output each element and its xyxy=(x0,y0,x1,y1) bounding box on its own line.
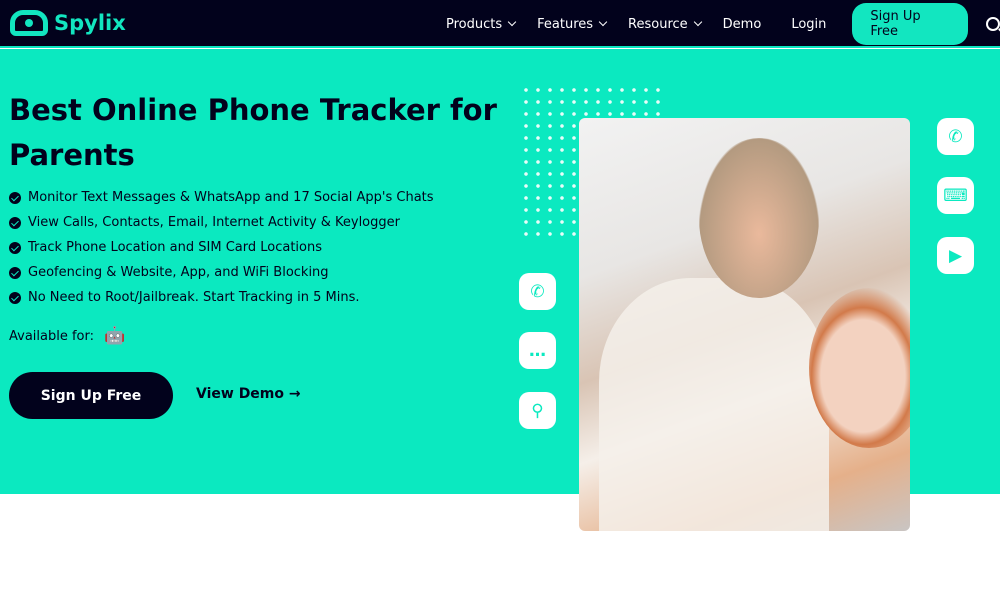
check-circle-icon xyxy=(9,216,21,229)
feature-text: Monitor Text Messages & WhatsApp and 17 … xyxy=(28,190,434,205)
feature-text: View Calls, Contacts, Email, Internet Ac… xyxy=(28,215,400,230)
hero-title: Best Online Phone Tracker for Parents xyxy=(9,93,497,172)
feature-text: No Need to Root/Jailbreak. Start Trackin… xyxy=(28,290,360,305)
feature-text: Geofencing & Website, App, and WiFi Bloc… xyxy=(28,265,329,280)
feature-item: Monitor Text Messages & WhatsApp and 17 … xyxy=(9,185,434,210)
image-detail xyxy=(599,278,829,531)
chevron-down-icon xyxy=(693,17,702,27)
whatsapp-icon: ✆ xyxy=(519,273,556,310)
chat-icon: … xyxy=(519,332,556,369)
top-navbar: Spylix Products Features Resource Demo L… xyxy=(0,0,1000,48)
android-icon[interactable]: 🤖 xyxy=(104,326,125,346)
feature-list: Monitor Text Messages & WhatsApp and 17 … xyxy=(9,185,434,310)
chevron-down-icon xyxy=(598,17,608,27)
video-icon: ▶ xyxy=(937,237,974,274)
check-circle-icon xyxy=(9,291,21,304)
hero-image xyxy=(579,118,910,531)
nav-label: Resource xyxy=(628,16,688,32)
feature-text: Track Phone Location and SIM Card Locati… xyxy=(28,240,322,255)
nav-resource[interactable]: Resource xyxy=(628,16,702,32)
signup-button-nav[interactable]: Sign Up Free xyxy=(852,3,969,45)
nav-demo[interactable]: Demo xyxy=(723,17,762,32)
nav-label: Demo xyxy=(722,16,762,32)
phone-icon: ✆ xyxy=(937,118,974,155)
signup-button-hero[interactable]: Sign Up Free xyxy=(9,372,173,419)
image-detail xyxy=(699,138,819,298)
feature-item: Geofencing & Website, App, and WiFi Bloc… xyxy=(9,260,434,285)
nav-label: Products xyxy=(446,16,503,32)
available-label: Available for: xyxy=(9,328,95,344)
view-demo-link[interactable]: View Demo → xyxy=(196,386,301,402)
feature-item: No Need to Root/Jailbreak. Start Trackin… xyxy=(9,285,434,310)
logo-text: Spylix xyxy=(54,11,126,35)
keyboard-icon: ⌨ xyxy=(937,177,974,214)
chevron-down-icon xyxy=(507,17,517,27)
nav-features[interactable]: Features xyxy=(537,16,608,32)
nav-products[interactable]: Products xyxy=(446,16,517,32)
feature-item: View Calls, Contacts, Email, Internet Ac… xyxy=(9,210,434,235)
check-circle-icon xyxy=(9,266,21,279)
logo-icon xyxy=(10,10,48,36)
nav-label: Login xyxy=(791,16,827,32)
nav-label: Features xyxy=(537,16,594,32)
check-circle-icon xyxy=(9,191,21,204)
logo[interactable]: Spylix xyxy=(10,10,126,36)
search-icon[interactable] xyxy=(986,17,1000,31)
location-icon: ⚲ xyxy=(519,392,556,429)
nav-menu: Products Features Resource Demo Login Si… xyxy=(446,0,1000,48)
feature-item: Track Phone Location and SIM Card Locati… xyxy=(9,235,434,260)
check-circle-icon xyxy=(9,241,21,254)
available-for: Available for: 🤖 xyxy=(9,326,135,346)
nav-login[interactable]: Login xyxy=(791,17,826,32)
